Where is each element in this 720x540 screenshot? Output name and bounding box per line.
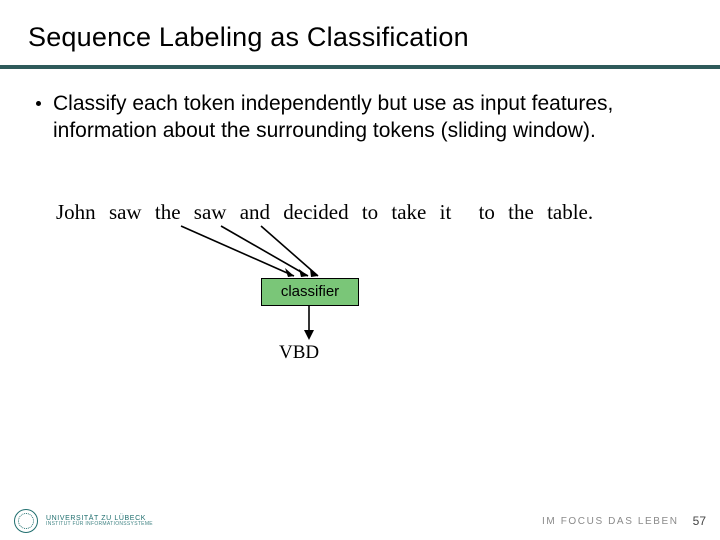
token: saw: [194, 200, 227, 225]
token: decided: [283, 200, 348, 225]
diagram: John saw the saw and decided to take it …: [36, 200, 684, 410]
page-number: 57: [693, 514, 706, 528]
bullet-text: Classify each token independently but us…: [53, 91, 633, 145]
footer-logo-block: UNIVERSITÄT ZU LÜBECK INSTITUT FÜR INFOR…: [14, 509, 153, 533]
institute-name: INSTITUT FÜR INFORMATIONSSYSTEME: [46, 522, 153, 527]
token: saw: [109, 200, 142, 225]
token: the: [155, 200, 181, 225]
token: John: [56, 200, 96, 225]
university-seal-icon: [14, 509, 38, 533]
token: it: [440, 200, 452, 225]
bullet-dot-icon: [36, 101, 41, 106]
bullet-item: Classify each token independently but us…: [36, 91, 684, 145]
token: table.: [547, 200, 593, 225]
footer: UNIVERSITÄT ZU LÜBECK INSTITUT FÜR INFOR…: [0, 508, 720, 540]
token: to: [362, 200, 378, 225]
token: and: [240, 200, 270, 225]
slide-title: Sequence Labeling as Classification: [0, 0, 720, 61]
token: the: [508, 200, 534, 225]
footer-tagline: IM FOCUS DAS LEBEN: [542, 516, 679, 527]
token: take: [391, 200, 426, 225]
example-sentence: John saw the saw and decided to take it …: [56, 200, 684, 225]
token: to: [479, 200, 495, 225]
classifier-box: classifier: [261, 278, 359, 306]
output-tag: VBD: [279, 342, 319, 364]
arrows-svg: [36, 200, 720, 410]
